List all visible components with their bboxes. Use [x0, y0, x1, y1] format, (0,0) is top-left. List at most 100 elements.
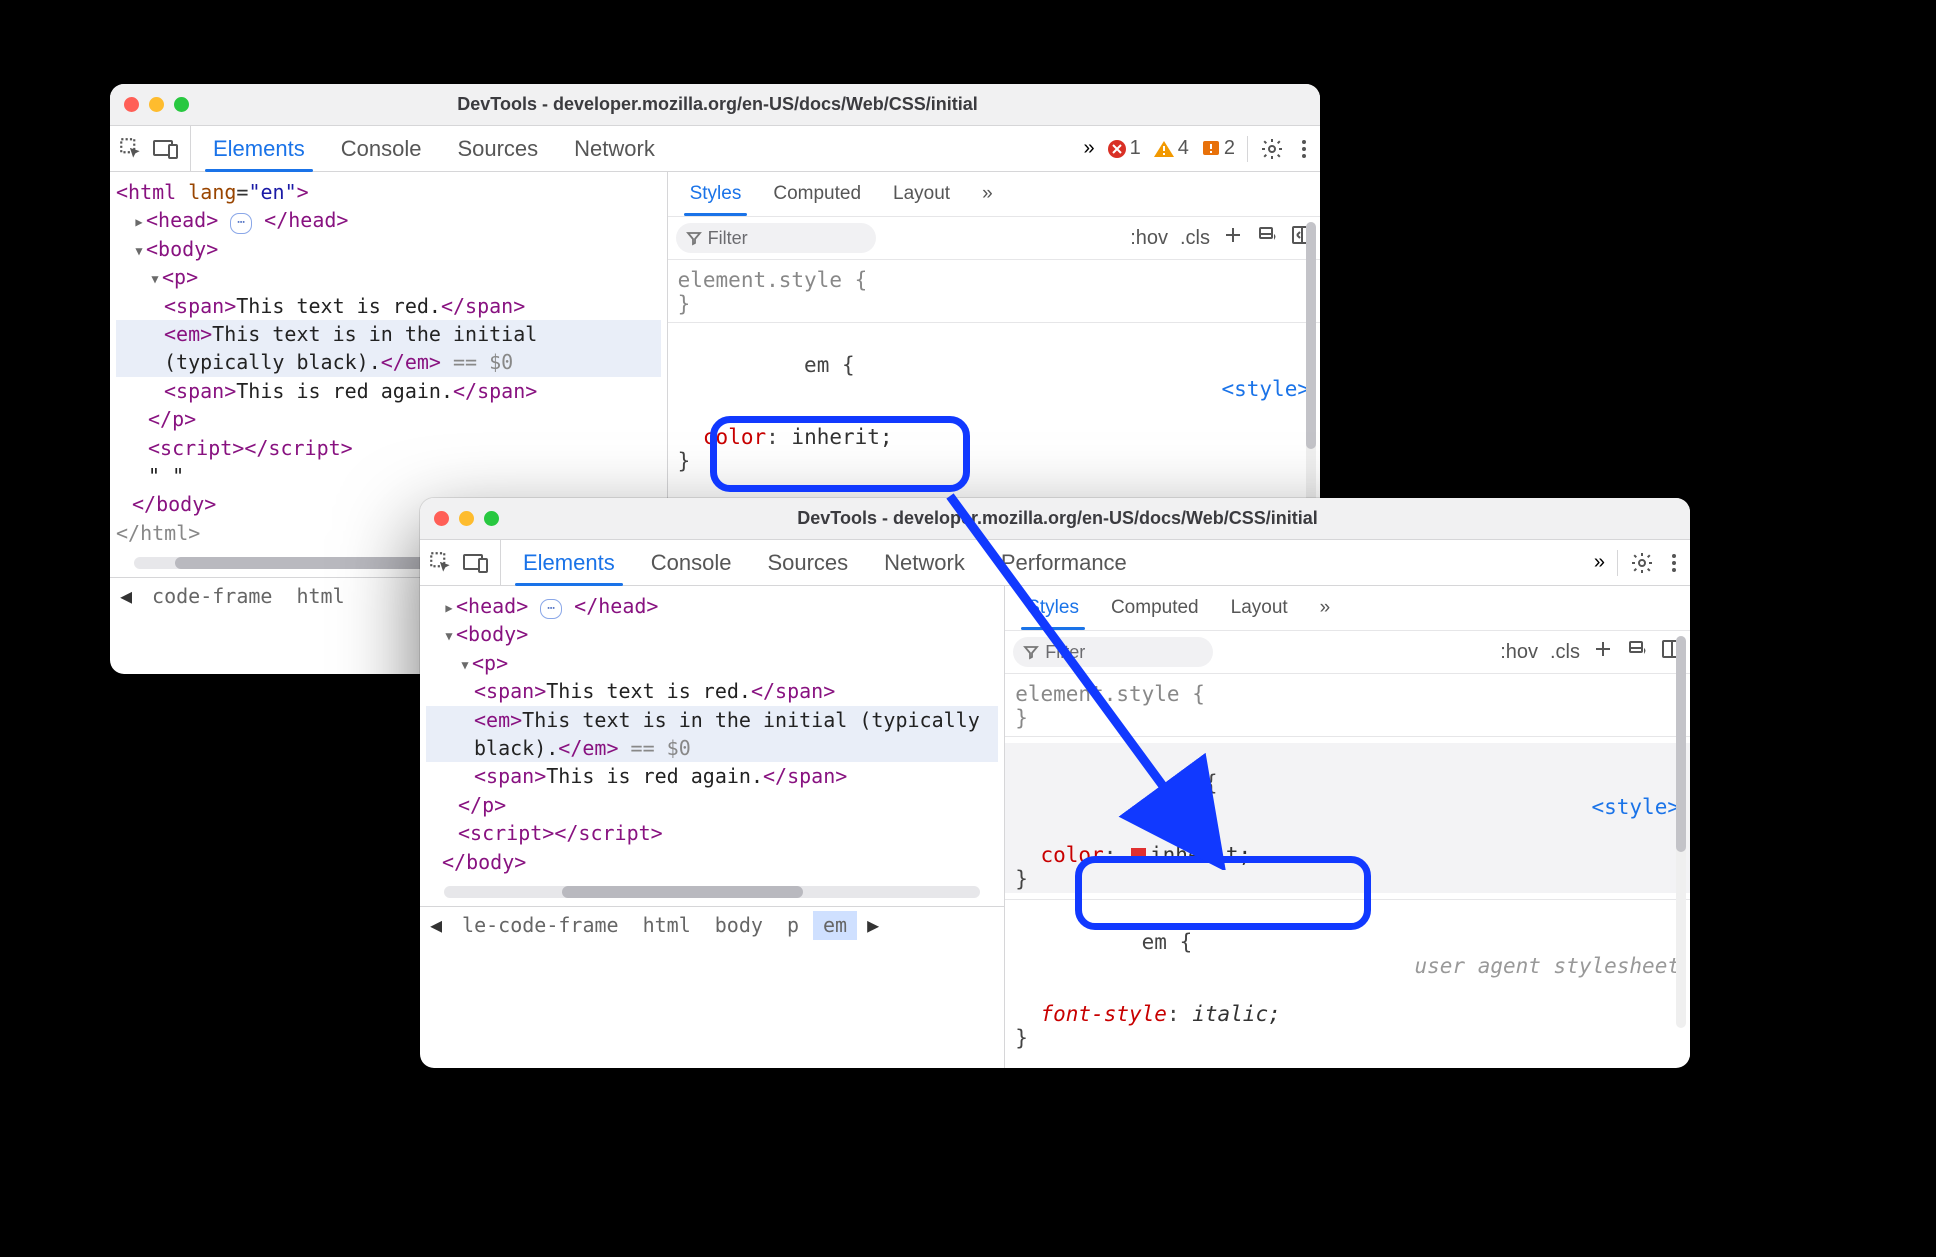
crumb-item[interactable]: html	[633, 911, 701, 939]
new-style-rule-icon[interactable]	[1222, 224, 1244, 252]
window-title: DevTools - developer.mozilla.org/en-US/d…	[509, 508, 1606, 529]
tab-console[interactable]: Console	[323, 126, 440, 171]
css-declaration: font-style: italic;	[1015, 1002, 1680, 1026]
style-source-link[interactable]: <style>	[1221, 377, 1310, 401]
chevron-left-icon[interactable]: ◀	[424, 911, 448, 939]
device-toggle-icon[interactable]	[152, 138, 180, 160]
gear-icon[interactable]	[1260, 137, 1284, 161]
kebab-menu-icon[interactable]	[1296, 140, 1312, 158]
titlebar: DevTools - developer.mozilla.org/en-US/d…	[420, 498, 1690, 540]
chevron-left-icon[interactable]: ◀	[114, 582, 138, 610]
subtabs-overflow-icon[interactable]: »	[966, 172, 1009, 216]
main-toolbar: Elements Console Sources Network Perform…	[420, 540, 1690, 586]
new-style-rule-icon[interactable]	[1592, 638, 1614, 666]
tab-label: Console	[341, 136, 422, 162]
tab-performance[interactable]: Performance	[983, 540, 1145, 585]
crumb-item[interactable]: p	[777, 911, 809, 939]
tab-console[interactable]: Console	[633, 540, 750, 585]
filter-placeholder: Filter	[1045, 642, 1085, 663]
errors-count: 1	[1130, 137, 1141, 160]
css-declaration[interactable]: color: inherit;	[1015, 843, 1680, 867]
color-swatch-icon[interactable]	[1131, 848, 1146, 863]
close-window-button[interactable]	[124, 97, 139, 112]
tab-network[interactable]: Network	[556, 126, 673, 171]
element-style-rule[interactable]: element.style {	[678, 268, 1310, 292]
minimize-window-button[interactable]	[149, 97, 164, 112]
subtab-layout[interactable]: Layout	[1215, 586, 1304, 630]
subtab-styles[interactable]: Styles	[674, 172, 758, 216]
errors-badge[interactable]: 1	[1107, 137, 1141, 160]
subtab-styles[interactable]: Styles	[1011, 586, 1095, 630]
expand-triangle-icon[interactable]	[458, 657, 472, 674]
kebab-menu-icon[interactable]	[1666, 554, 1682, 572]
crumb-item[interactable]: le-code-frame	[452, 911, 629, 939]
em-rule-selector[interactable]: em { <style>	[1015, 747, 1680, 843]
inspect-element-icon[interactable]	[428, 550, 454, 576]
issues-badge[interactable]: 2	[1201, 137, 1235, 160]
gear-icon[interactable]	[1630, 551, 1654, 575]
selected-element[interactable]: <em>This text is in the initial (typical…	[426, 706, 998, 763]
expand-triangle-icon[interactable]	[442, 600, 456, 617]
elements-tree[interactable]: <head> ⋯ </head> <body> <p> <span>This t…	[420, 586, 1004, 1068]
panel-tabs: Elements Console Sources Network Perform…	[505, 540, 1145, 585]
ua-stylesheet-label: user agent stylesheet	[1414, 954, 1680, 978]
tab-sources[interactable]: Sources	[749, 540, 866, 585]
horizontal-scrollbar[interactable]	[444, 886, 980, 898]
tab-network[interactable]: Network	[866, 540, 983, 585]
sidebar-subtabs: Styles Computed Layout »	[668, 172, 1320, 216]
styles-filter-input[interactable]: Filter	[1013, 637, 1213, 667]
expand-triangle-icon[interactable]	[132, 243, 146, 260]
style-source-link[interactable]: <style>	[1591, 795, 1680, 819]
window-title: DevTools - developer.mozilla.org/en-US/d…	[199, 94, 1236, 115]
tab-sources[interactable]: Sources	[439, 126, 556, 171]
subtab-layout[interactable]: Layout	[877, 172, 966, 216]
em-rule-selector[interactable]: em { <style>	[678, 329, 1310, 425]
issues-count: 2	[1224, 137, 1235, 160]
collapsed-ellipsis-icon[interactable]: ⋯	[230, 213, 252, 233]
crumb-item[interactable]: code-frame	[142, 582, 282, 610]
breadcrumb[interactable]: ◀ le-code-frame html body p em ▶	[420, 906, 1004, 944]
vertical-scrollbar[interactable]	[1676, 636, 1686, 1028]
warnings-badge[interactable]: 4	[1153, 137, 1189, 160]
crumb-item[interactable]: body	[705, 911, 773, 939]
warnings-count: 4	[1178, 137, 1189, 160]
ua-rule-selector: em { user agent stylesheet	[1015, 906, 1680, 1002]
hov-toggle[interactable]: :hov	[1500, 641, 1538, 664]
crumb-item-selected[interactable]: em	[813, 911, 857, 939]
element-style-rule[interactable]: element.style {	[1015, 682, 1680, 706]
chevron-right-icon[interactable]: ▶	[861, 911, 885, 939]
tab-elements[interactable]: Elements	[505, 540, 633, 585]
paint-bucket-icon[interactable]	[1256, 224, 1278, 252]
tab-label: Elements	[213, 136, 305, 162]
tab-elements[interactable]: Elements	[195, 126, 323, 171]
subtab-computed[interactable]: Computed	[757, 172, 877, 216]
filter-icon	[1023, 644, 1039, 660]
collapsed-ellipsis-icon[interactable]: ⋯	[540, 599, 562, 619]
devtools-window-front: DevTools - developer.mozilla.org/en-US/d…	[420, 498, 1690, 1068]
device-toggle-icon[interactable]	[462, 552, 490, 574]
zoom-window-button[interactable]	[484, 511, 499, 526]
filter-placeholder: Filter	[708, 228, 748, 249]
styles-filter-input[interactable]: Filter	[676, 223, 876, 253]
tabs-overflow-icon[interactable]: »	[1084, 137, 1095, 160]
expand-triangle-icon[interactable]	[442, 628, 456, 645]
hov-toggle[interactable]: :hov	[1130, 227, 1168, 250]
paint-bucket-icon[interactable]	[1626, 638, 1648, 666]
cls-toggle[interactable]: .cls	[1550, 641, 1580, 664]
selected-element[interactable]: <em>This text is in the initial (typical…	[116, 320, 661, 377]
crumb-item[interactable]: html	[286, 582, 354, 610]
subtab-computed[interactable]: Computed	[1095, 586, 1215, 630]
expand-triangle-icon[interactable]	[148, 271, 162, 288]
tabs-overflow-icon[interactable]: »	[1594, 551, 1605, 574]
css-declaration[interactable]: color: inherit;	[678, 425, 1310, 449]
expand-triangle-icon[interactable]	[132, 214, 146, 231]
inspect-element-icon[interactable]	[118, 136, 144, 162]
close-window-button[interactable]	[434, 511, 449, 526]
minimize-window-button[interactable]	[459, 511, 474, 526]
zoom-window-button[interactable]	[174, 97, 189, 112]
subtabs-overflow-icon[interactable]: »	[1304, 586, 1347, 630]
tab-label: Sources	[457, 136, 538, 162]
styles-panel: Styles Computed Layout » Filter :hov .cl…	[1004, 586, 1690, 1068]
filter-icon	[686, 230, 702, 246]
cls-toggle[interactable]: .cls	[1180, 227, 1210, 250]
